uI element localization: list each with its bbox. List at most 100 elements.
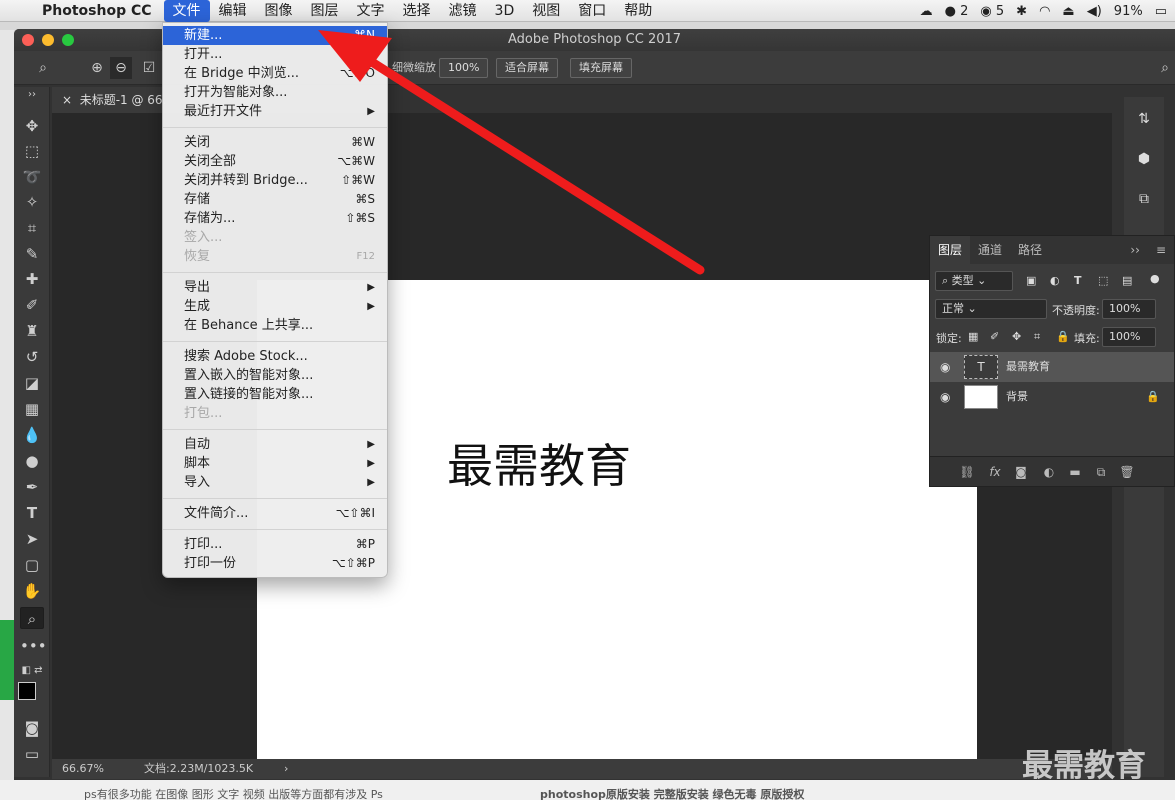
- menu-item-open[interactable]: 打开... ⌘O: [163, 45, 387, 64]
- resize-windows-checkbox[interactable]: ☑: [138, 57, 160, 79]
- blend-mode-select[interactable]: 正常 ⌄: [935, 299, 1047, 319]
- menu-item-place-linked[interactable]: 置入链接的智能对象...: [163, 385, 387, 404]
- zoom-out-icon[interactable]: ⊖: [110, 57, 132, 79]
- menu-item-place-embedded[interactable]: 置入嵌入的智能对象...: [163, 366, 387, 385]
- menu-item-scripts[interactable]: 脚本 ▶: [163, 454, 387, 473]
- battery-percent[interactable]: 91%: [1114, 4, 1143, 19]
- app-name-menu[interactable]: Photoshop CC: [38, 3, 156, 19]
- qq-icon[interactable]: ● 2: [945, 4, 969, 19]
- menu-window[interactable]: 窗口: [569, 0, 615, 22]
- menu-3d[interactable]: 3D: [486, 0, 524, 22]
- fill-input[interactable]: 100%: [1102, 327, 1156, 347]
- volume-icon[interactable]: ◀): [1087, 4, 1102, 19]
- new-group-icon[interactable]: ▬: [1066, 463, 1084, 481]
- eraser-tool-icon[interactable]: ◪: [20, 372, 44, 394]
- adjustment-layer-icon[interactable]: ◐: [1040, 463, 1058, 481]
- delete-layer-icon[interactable]: 🗑: [1118, 463, 1136, 481]
- info-panel-icon[interactable]: ⧉: [1132, 187, 1156, 211]
- menu-item-search-stock[interactable]: 搜索 Adobe Stock...: [163, 347, 387, 366]
- adjustment-filter-icon[interactable]: ◐: [1050, 274, 1060, 287]
- lock-transparent-icon[interactable]: ▦: [968, 330, 978, 343]
- creative-cloud-icon[interactable]: ☁: [920, 4, 933, 19]
- menu-item-save[interactable]: 存储 ⌘S: [163, 190, 387, 209]
- fit-screen-button[interactable]: 适合屏幕: [496, 58, 558, 78]
- menu-file[interactable]: 文件: [163, 0, 210, 22]
- shape-filter-icon[interactable]: ⬚: [1098, 274, 1108, 287]
- layer-name[interactable]: 最需教育: [1006, 352, 1050, 382]
- close-tab-icon[interactable]: ×: [62, 93, 72, 107]
- close-window-button[interactable]: [22, 34, 34, 46]
- layer-style-icon[interactable]: fx: [986, 463, 1004, 481]
- status-menu-arrow-icon[interactable]: ›: [284, 759, 288, 779]
- canvas-text-layer[interactable]: 最需教育: [447, 430, 631, 496]
- kind-filter-select[interactable]: ⌕ 类型 ⌄: [935, 271, 1013, 291]
- layer-row-background[interactable]: ◉ 背景 🔒: [930, 382, 1174, 412]
- link-layers-icon[interactable]: ⛓: [958, 463, 976, 481]
- tab-paths[interactable]: 路径: [1010, 236, 1050, 264]
- clone-stamp-tool-icon[interactable]: ♜: [20, 320, 44, 342]
- wechat-icon[interactable]: ◉ 5: [980, 4, 1004, 19]
- menu-type[interactable]: 文字: [348, 0, 394, 22]
- crop-tool-icon[interactable]: ⌗: [20, 217, 44, 239]
- layer-name[interactable]: 背景: [1006, 382, 1028, 412]
- menu-filter[interactable]: 滤镜: [440, 0, 486, 22]
- menu-view[interactable]: 视图: [523, 0, 569, 22]
- smart-object-filter-icon[interactable]: ▤: [1122, 274, 1132, 287]
- wifi-icon[interactable]: ◠: [1039, 4, 1050, 19]
- menu-item-close[interactable]: 关闭 ⌘W: [163, 133, 387, 152]
- opacity-input[interactable]: 100%: [1102, 299, 1156, 319]
- eject-icon[interactable]: ⏏: [1062, 4, 1074, 19]
- fill-screen-button[interactable]: 填充屏幕: [570, 58, 632, 78]
- menu-item-file-info[interactable]: 文件简介... ⌥⇧⌘I: [163, 504, 387, 523]
- lasso-tool-icon[interactable]: ➰: [20, 166, 44, 188]
- menu-item-print-one-copy[interactable]: 打印一份 ⌥⇧⌘P: [163, 554, 387, 573]
- screen-mode-icon[interactable]: ▭: [20, 743, 44, 765]
- marquee-tool-icon[interactable]: ⬚: [20, 140, 44, 162]
- foreground-color-swatch[interactable]: [18, 682, 36, 700]
- menu-edit[interactable]: 编辑: [210, 0, 256, 22]
- history-brush-tool-icon[interactable]: ↺: [20, 346, 44, 368]
- lock-artboard-icon[interactable]: ⌗: [1034, 330, 1040, 344]
- menu-help[interactable]: 帮助: [615, 0, 661, 22]
- menu-item-share-behance[interactable]: 在 Behance 上共享...: [163, 316, 387, 335]
- minimize-window-button[interactable]: [42, 34, 54, 46]
- visibility-eye-icon[interactable]: ◉: [940, 382, 954, 412]
- move-tool-icon[interactable]: ✥: [20, 115, 44, 137]
- menu-select[interactable]: 选择: [394, 0, 440, 22]
- more-tools-icon[interactable]: •••: [20, 635, 47, 657]
- zoom-window-button[interactable]: [62, 34, 74, 46]
- brush-tool-icon[interactable]: ✐: [20, 294, 44, 316]
- pixel-filter-icon[interactable]: ▣: [1026, 274, 1036, 287]
- menu-item-export[interactable]: 导出 ▶: [163, 278, 387, 297]
- zoom-level[interactable]: 66.67%: [62, 759, 104, 779]
- add-mask-icon[interactable]: ◙: [1012, 463, 1030, 481]
- battery-icon[interactable]: ▭: [1155, 4, 1167, 19]
- properties-panel-icon[interactable]: ⬢: [1132, 147, 1156, 171]
- menu-item-close-all[interactable]: 关闭全部 ⌥⌘W: [163, 152, 387, 171]
- panel-menu-icon[interactable]: ≡: [1148, 236, 1174, 264]
- panel-collapse-icon[interactable]: ››: [1122, 236, 1148, 264]
- default-colors-icon[interactable]: ◧ ⇄: [20, 660, 44, 682]
- zoom-tool-icon[interactable]: ⌕: [20, 607, 44, 629]
- menu-item-new[interactable]: 新建... ⌘N: [163, 26, 387, 45]
- menu-item-generate[interactable]: 生成 ▶: [163, 297, 387, 316]
- collapse-toolbar-icon[interactable]: ››: [20, 89, 44, 101]
- filter-toggle-icon[interactable]: ●: [1150, 272, 1160, 285]
- rectangle-tool-icon[interactable]: ▢: [20, 554, 44, 576]
- zoom-in-icon[interactable]: ⊕: [86, 57, 108, 79]
- hand-tool-icon[interactable]: ✋: [20, 580, 44, 602]
- new-layer-icon[interactable]: ⧉: [1092, 463, 1110, 481]
- menu-item-close-go-bridge[interactable]: 关闭并转到 Bridge... ⇧⌘W: [163, 171, 387, 190]
- lock-image-icon[interactable]: ✐: [990, 330, 999, 343]
- pen-tool-icon[interactable]: ✒: [20, 476, 44, 498]
- tab-layers[interactable]: 图层: [930, 236, 971, 264]
- menu-item-import[interactable]: 导入 ▶: [163, 473, 387, 492]
- menu-item-save-as[interactable]: 存储为... ⇧⌘S: [163, 209, 387, 228]
- zoom-tool-preset-icon[interactable]: ⌕: [32, 57, 54, 79]
- lock-all-icon[interactable]: 🔒: [1056, 330, 1070, 343]
- magic-wand-tool-icon[interactable]: ✧: [20, 191, 44, 213]
- path-selection-tool-icon[interactable]: ➤: [20, 528, 44, 550]
- history-panel-icon[interactable]: ⇅: [1132, 107, 1156, 131]
- eyedropper-tool-icon[interactable]: ✎: [20, 243, 44, 265]
- quick-mask-icon[interactable]: ◙: [20, 717, 44, 739]
